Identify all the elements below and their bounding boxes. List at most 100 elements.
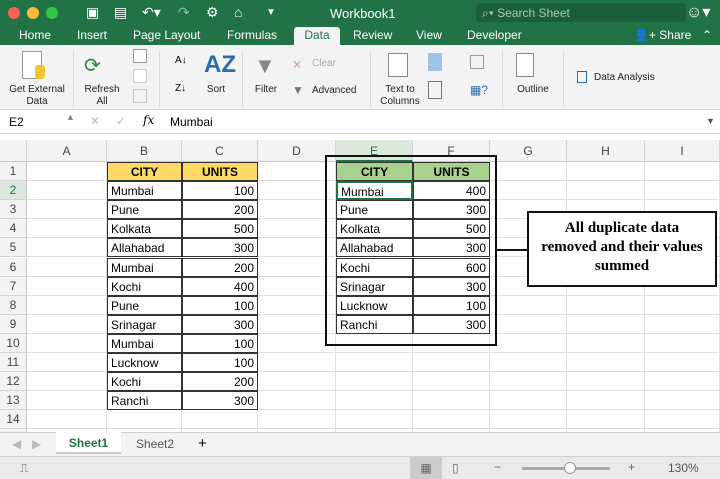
cell[interactable] <box>27 162 107 182</box>
cell[interactable] <box>567 181 645 201</box>
cell[interactable] <box>27 200 107 220</box>
connections-icon[interactable] <box>133 49 147 63</box>
source-table-cell[interactable]: Lucknow <box>107 353 182 373</box>
cell[interactable] <box>645 295 720 315</box>
cell[interactable] <box>27 181 107 201</box>
tab-review[interactable]: Review <box>347 27 398 45</box>
cell[interactable] <box>490 295 567 315</box>
cell[interactable] <box>27 391 107 411</box>
row-header-12[interactable]: 12 <box>0 372 27 392</box>
save-icon[interactable]: ▤ <box>114 4 127 21</box>
cell[interactable] <box>490 391 567 411</box>
source-table-cell[interactable]: Ranchi <box>107 391 182 411</box>
zoom-slider-thumb[interactable] <box>564 462 577 474</box>
cell[interactable] <box>27 372 107 392</box>
prev-sheet-icon[interactable]: ◀ <box>12 437 21 451</box>
cell[interactable] <box>645 314 720 334</box>
tab-view[interactable]: View <box>410 27 448 45</box>
source-table-cell[interactable]: 200 <box>182 372 258 392</box>
cell[interactable] <box>567 333 645 353</box>
cell[interactable] <box>490 162 567 182</box>
source-table-cell[interactable]: Srinagar <box>107 314 182 334</box>
cell[interactable] <box>490 333 567 353</box>
source-table-cell[interactable]: Mumbai <box>107 333 182 353</box>
cell[interactable] <box>27 333 107 353</box>
data-analysis-button[interactable]: Data Analysis <box>594 72 655 84</box>
row-header-1[interactable]: 1 <box>0 162 27 182</box>
sheet-tab-sheet2[interactable]: Sheet2 <box>136 437 174 451</box>
cell[interactable] <box>336 372 413 392</box>
formula-input[interactable]: Mumbai <box>170 115 213 129</box>
text-to-columns-button[interactable]: Text to Columns <box>378 84 422 108</box>
insert-function-icon[interactable]: fx <box>143 113 154 127</box>
cell[interactable] <box>645 181 720 201</box>
tab-home[interactable]: Home <box>13 27 57 45</box>
source-table-cell[interactable]: Kochi <box>107 372 182 392</box>
customize-icon[interactable]: ⚙ <box>206 4 219 21</box>
tab-data[interactable]: Data <box>294 27 340 45</box>
cell[interactable] <box>336 391 413 411</box>
cell[interactable] <box>413 410 490 430</box>
source-table-header[interactable]: UNITS <box>182 162 258 182</box>
source-table-cell[interactable]: 300 <box>182 238 258 258</box>
close-window-button[interactable] <box>8 7 20 19</box>
source-table-cell[interactable]: 100 <box>182 181 258 201</box>
cell[interactable] <box>567 353 645 373</box>
source-table-header[interactable]: CITY <box>107 162 182 182</box>
what-if-icon[interactable]: ▦? <box>470 83 488 97</box>
cell[interactable] <box>27 314 107 334</box>
sidebar-toggle-icon[interactable]: ▣ <box>86 4 99 21</box>
cell[interactable] <box>27 219 107 239</box>
row-header-7[interactable]: 7 <box>0 276 27 296</box>
undo-icon[interactable]: ↶▾ <box>142 4 161 21</box>
cell[interactable] <box>567 295 645 315</box>
source-table-cell[interactable]: Pune <box>107 295 182 315</box>
source-table-cell[interactable]: 500 <box>182 219 258 239</box>
cell[interactable] <box>258 391 336 411</box>
cell[interactable] <box>645 353 720 373</box>
maximize-window-button[interactable] <box>46 7 58 19</box>
page-layout-view-icon[interactable]: ▯ <box>452 461 459 475</box>
cell[interactable] <box>27 410 107 430</box>
source-table-cell[interactable]: Kochi <box>107 276 182 296</box>
source-table-cell[interactable]: 100 <box>182 333 258 353</box>
enter-icon[interactable]: ✓ <box>116 114 126 128</box>
source-table-cell[interactable]: 300 <box>182 314 258 334</box>
refresh-all-button[interactable]: Refresh All <box>80 84 124 108</box>
cell[interactable] <box>336 353 413 373</box>
cell[interactable] <box>27 238 107 258</box>
cell[interactable] <box>567 410 645 430</box>
sort-a-z-icon[interactable]: A↓ <box>175 55 187 66</box>
tab-formulas[interactable]: Formulas <box>221 27 283 45</box>
column-header-c[interactable]: C <box>182 140 258 162</box>
tab-page-layout[interactable]: Page Layout <box>127 27 206 45</box>
collapse-ribbon-icon[interactable]: ⌃ <box>696 27 718 45</box>
cell[interactable] <box>27 257 107 277</box>
cell[interactable] <box>27 276 107 296</box>
cell[interactable] <box>182 410 258 430</box>
source-table-cell[interactable]: Mumbai <box>107 181 182 201</box>
name-box[interactable]: E2 <box>9 115 24 129</box>
cancel-icon[interactable]: ✕ <box>90 114 100 128</box>
cell[interactable] <box>413 353 490 373</box>
sheet-tab-sheet1[interactable]: Sheet1 <box>56 432 121 454</box>
more-commands-icon[interactable]: ▼ <box>266 7 276 18</box>
cell[interactable] <box>490 353 567 373</box>
row-header-11[interactable]: 11 <box>0 353 27 373</box>
cell[interactable] <box>490 372 567 392</box>
row-header-3[interactable]: 3 <box>0 200 27 220</box>
source-table-cell[interactable]: Mumbai <box>107 257 182 277</box>
source-table-cell[interactable]: 200 <box>182 257 258 277</box>
column-header-i[interactable]: I <box>645 140 720 162</box>
minimize-window-button[interactable] <box>27 7 39 19</box>
source-table-cell[interactable]: Allahabad <box>107 238 182 258</box>
column-header-h[interactable]: H <box>567 140 645 162</box>
cell[interactable] <box>645 410 720 430</box>
cell[interactable] <box>645 391 720 411</box>
store-icon[interactable]: ⌂ <box>234 4 242 20</box>
source-table-cell[interactable]: 200 <box>182 200 258 220</box>
redo-icon[interactable]: ↷ <box>178 4 190 21</box>
cell[interactable] <box>490 410 567 430</box>
name-box-stepper-icon[interactable]: ▲ <box>66 112 75 122</box>
tab-insert[interactable]: Insert <box>71 27 113 45</box>
